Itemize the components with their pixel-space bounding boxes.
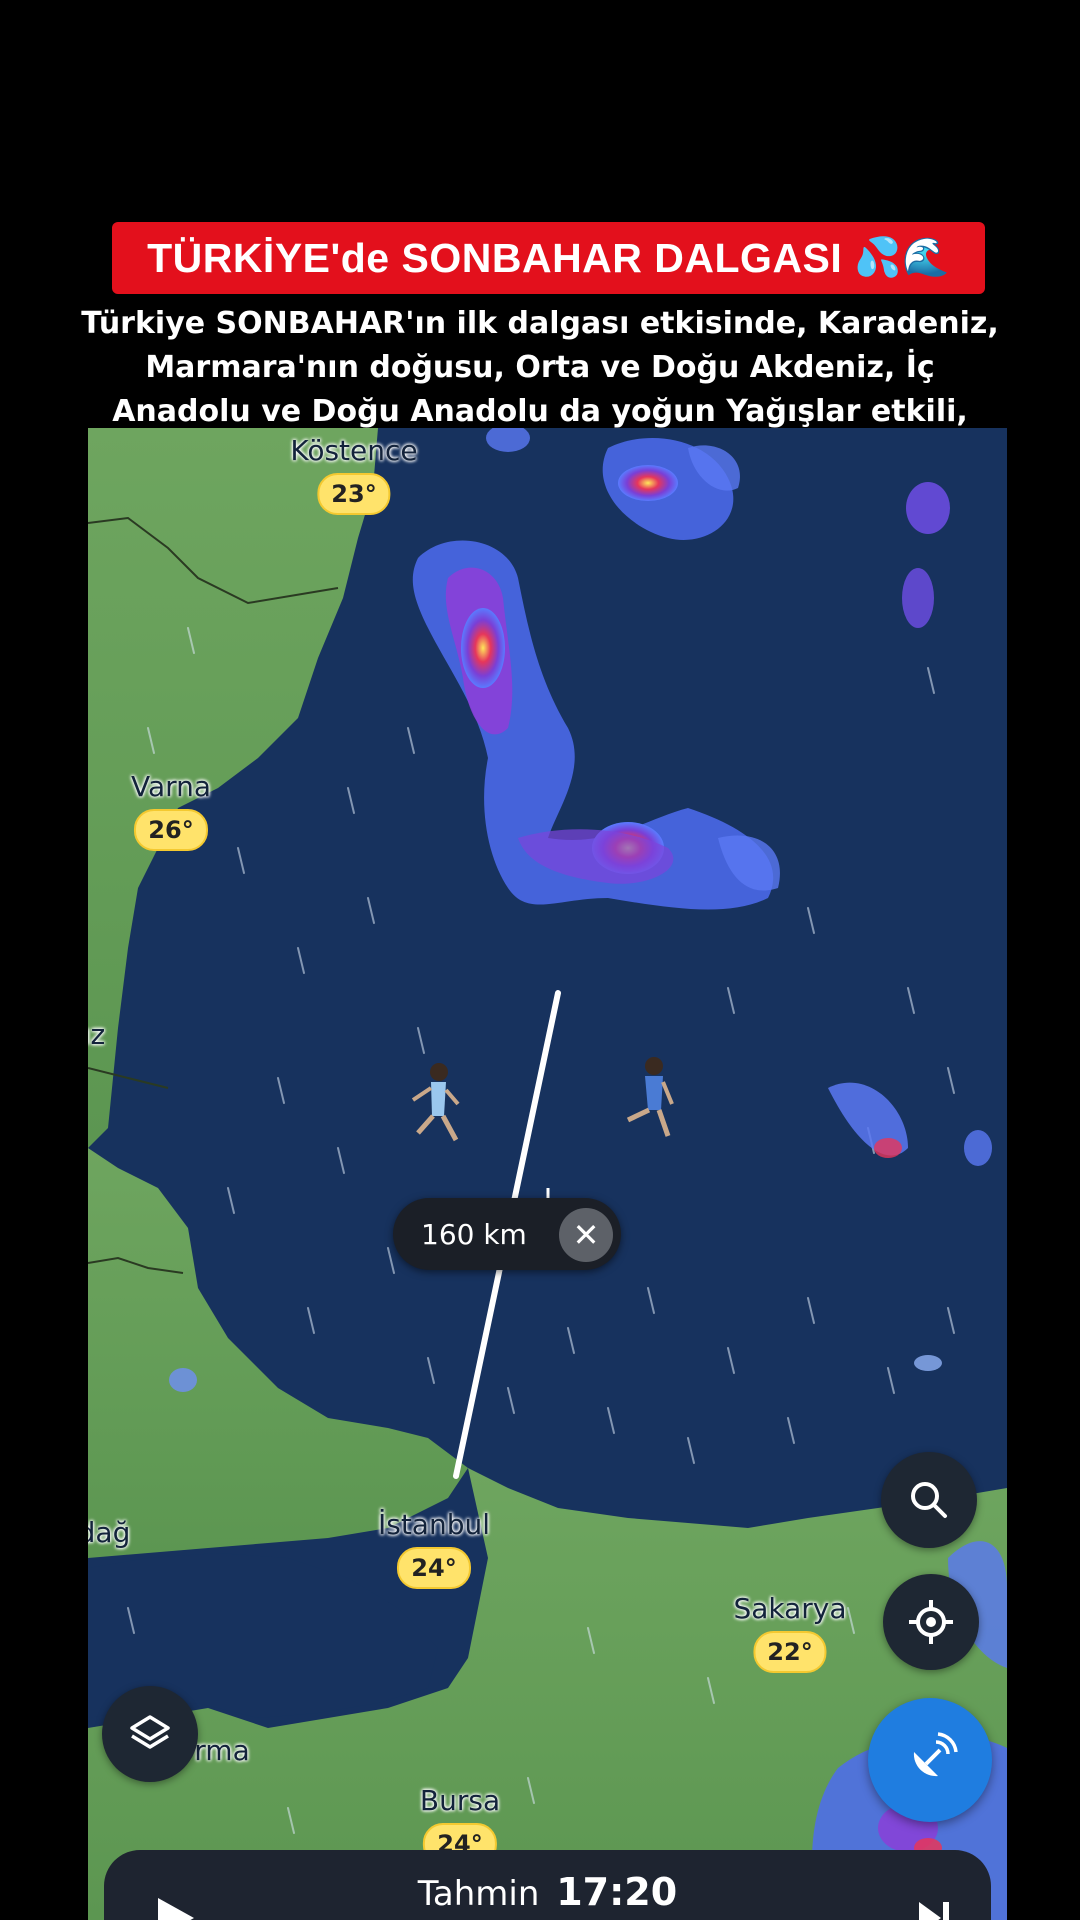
temp-badge: 26° (134, 809, 208, 851)
banner-emoji: 💦🌊 (854, 237, 950, 279)
layers-icon (130, 1715, 170, 1749)
play-icon[interactable] (150, 1894, 198, 1920)
forecast-time-value: 17:20 (556, 1870, 678, 1914)
locate-button[interactable] (883, 1574, 979, 1670)
temp-badge: 22° (753, 1631, 827, 1673)
forecast-label: Tahmin (417, 1874, 540, 1914)
city-varna: Varna 26° (131, 770, 211, 851)
city-partial-left: ız (88, 1018, 106, 1051)
temp-badge: 24° (397, 1547, 471, 1589)
forecast-time: Tahmin 17:20 (104, 1870, 991, 1914)
forecast-timeline-bar[interactable]: Tahmin 17:20 (104, 1850, 991, 1920)
distance-pill: 160 km ✕ (393, 1198, 621, 1270)
city-partial-dag: dağ (88, 1516, 131, 1549)
skip-end-icon[interactable] (915, 1898, 951, 1920)
search-icon (911, 1482, 947, 1518)
weather-radar-map[interactable]: Köstence 23° Varna 26° İstanbul 24° Saka… (88, 428, 1007, 1920)
radar-button[interactable] (868, 1698, 992, 1822)
banner-title: TÜRKİYE'de SONBAHAR DALGASI (147, 234, 843, 281)
title-banner: TÜRKİYE'de SONBAHAR DALGASI 💦🌊 (112, 222, 985, 294)
search-button[interactable] (881, 1452, 977, 1548)
layers-button[interactable] (102, 1686, 198, 1782)
locate-icon (909, 1600, 953, 1644)
close-icon[interactable]: ✕ (559, 1208, 613, 1262)
map-canvas (88, 428, 1007, 1920)
temp-badge: 23° (317, 473, 391, 515)
city-partial-marmara: rma (194, 1734, 250, 1767)
city-istanbul: İstanbul 24° (378, 1508, 490, 1589)
distance-label: 160 km (421, 1217, 527, 1251)
city-kostence: Köstence 23° (290, 434, 418, 515)
city-sakarya: Sakarya 22° (733, 1592, 847, 1673)
radar-dish-icon (913, 1732, 958, 1777)
